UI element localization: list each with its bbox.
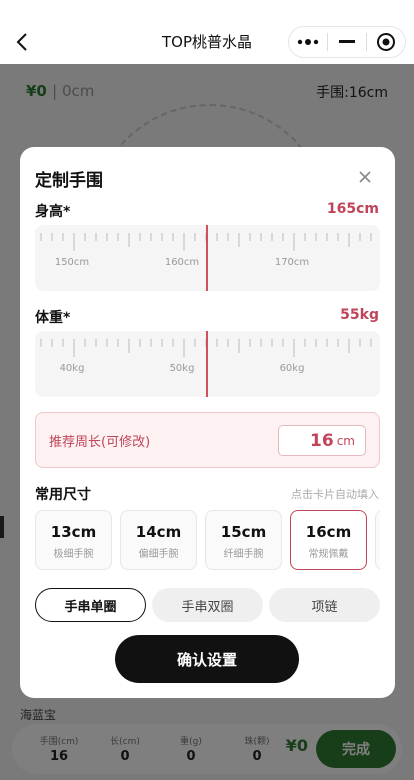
ruler-tick-label: 170cm xyxy=(275,257,309,268)
type-double-loop[interactable]: 手串双圈 xyxy=(152,588,263,622)
more-button[interactable] xyxy=(289,27,327,57)
size-card-partial[interactable] xyxy=(375,510,380,570)
weight-ruler[interactable]: 40kg 50kg 60kg xyxy=(35,331,380,397)
recommend-input[interactable]: 16 cm xyxy=(278,425,366,456)
type-necklace[interactable]: 项链 xyxy=(269,588,380,622)
size-card[interactable]: 14cm 偏细手腕 xyxy=(120,510,197,570)
recommend-label: 推荐周长(可修改) xyxy=(49,435,151,450)
height-ruler[interactable]: 150cm 160cm 170cm xyxy=(35,225,380,291)
wear-type-tabs: 手串单圈 手串双圈 项链 xyxy=(35,588,380,622)
weight-indicator xyxy=(206,331,208,397)
ruler-tick-label: 60kg xyxy=(280,363,305,374)
size-card[interactable]: 15cm 纤细手腕 xyxy=(205,510,282,570)
sizes-hint: 点击卡片自动填入 xyxy=(291,488,379,501)
sizes-title: 常用尺寸 xyxy=(35,487,91,503)
ruler-tick-label: 150cm xyxy=(55,257,89,268)
recommend-box: 推荐周长(可修改) 16 cm xyxy=(35,412,380,468)
height-value: 165cm xyxy=(326,201,379,217)
ruler-tick-label: 50kg xyxy=(170,363,195,374)
minimize-icon xyxy=(339,40,355,43)
close-icon xyxy=(359,171,371,183)
back-button[interactable] xyxy=(12,28,32,56)
more-icon xyxy=(297,39,319,45)
height-label: 身高* xyxy=(35,204,71,220)
custom-wrist-modal: 定制手围 身高* 165cm 150cm 160cm 170cm 体重* 55kg … xyxy=(20,147,395,698)
nav-header: TOP桃普水晶 xyxy=(0,0,414,64)
weight-label: 体重* xyxy=(35,310,71,326)
minimize-button[interactable] xyxy=(328,27,366,57)
confirm-button[interactable]: 确认设置 xyxy=(115,635,299,683)
target-icon xyxy=(377,33,395,51)
recommend-unit: cm xyxy=(336,433,355,448)
size-card[interactable]: 13cm 极细手腕 xyxy=(35,510,112,570)
weight-value: 55kg xyxy=(340,307,379,323)
chevron-left-icon xyxy=(16,33,27,51)
type-single-loop[interactable]: 手串单圈 xyxy=(35,588,146,622)
page-title: TOP桃普水晶 xyxy=(161,32,252,51)
close-button[interactable] xyxy=(355,167,375,187)
size-card-row: 13cm 极细手腕 14cm 偏细手腕 15cm 纤细手腕 16cm 常规佩戴 xyxy=(35,510,380,572)
height-indicator xyxy=(206,225,208,291)
recommend-value: 16 xyxy=(310,430,334,451)
mini-program-capsule xyxy=(288,26,406,58)
ruler-tick-label: 160cm xyxy=(165,257,199,268)
modal-title: 定制手围 xyxy=(35,171,103,191)
close-program-button[interactable] xyxy=(367,27,405,57)
size-card-selected[interactable]: 16cm 常规佩戴 xyxy=(290,510,367,570)
ruler-tick-label: 40kg xyxy=(60,363,85,374)
